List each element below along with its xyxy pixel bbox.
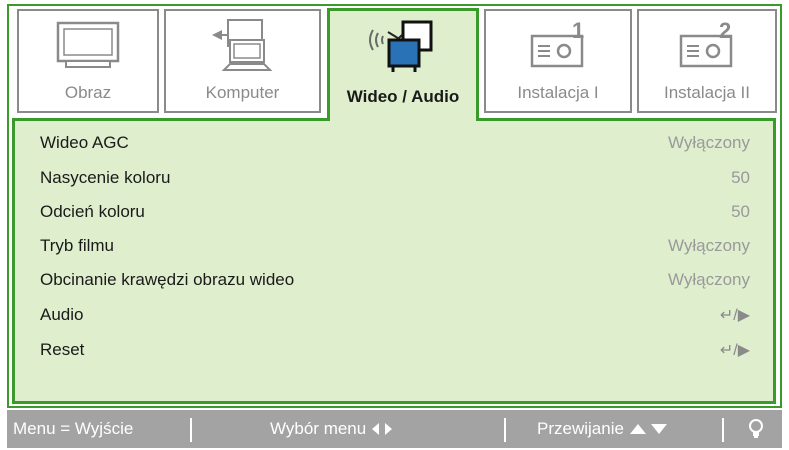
row-label: Obcinanie krawędzi obrazu wideo bbox=[40, 270, 295, 289]
row-value: 50 bbox=[731, 168, 750, 187]
svg-text:2: 2 bbox=[719, 18, 731, 43]
settings-panel: Wideo AGC Wyłączony Nasycenie koloru 50 … bbox=[12, 118, 776, 404]
menu-row-odcien-koloru[interactable]: Odcień koloru 50 bbox=[40, 195, 750, 229]
menu-row-wideo-agc[interactable]: Wideo AGC Wyłączony bbox=[40, 126, 750, 160]
osd-menu: Obraz Komputer Wideo / Audio 1 Instalacj… bbox=[0, 0, 789, 450]
projector-1-icon: 1 bbox=[486, 17, 630, 75]
status-divider bbox=[504, 418, 506, 442]
monitor-icon bbox=[19, 17, 157, 75]
tab-wideo-audio[interactable]: Wideo / Audio bbox=[327, 8, 479, 121]
enter-submenu-icon: ↵/▶ bbox=[719, 307, 750, 324]
row-value: Wyłączony bbox=[667, 270, 750, 289]
row-value: Wyłączony bbox=[667, 236, 750, 255]
row-label: Odcień koloru bbox=[40, 202, 145, 221]
row-label: Tryb filmu bbox=[40, 236, 114, 255]
select-hint-label: Wybór menu bbox=[270, 419, 367, 438]
tab-label: Komputer bbox=[205, 83, 280, 102]
lamp-icon bbox=[748, 410, 764, 448]
tab-komputer[interactable]: Komputer bbox=[164, 9, 321, 113]
tab-instalacja-2[interactable]: 2 Instalacja II bbox=[637, 9, 777, 113]
scroll-hint-label: Przewijanie bbox=[537, 419, 624, 438]
row-label: Wideo AGC bbox=[40, 133, 129, 152]
select-hint: Wybór menu bbox=[270, 410, 393, 448]
menu-row-nasycenie-koloru[interactable]: Nasycenie koloru 50 bbox=[40, 161, 750, 195]
row-value: 50 bbox=[731, 202, 750, 221]
status-divider bbox=[190, 418, 192, 442]
row-label: Nasycenie koloru bbox=[40, 168, 171, 187]
left-right-arrows-icon bbox=[371, 422, 393, 436]
row-label: Reset bbox=[40, 340, 85, 359]
tab-label: Wideo / Audio bbox=[346, 87, 460, 106]
computer-icon bbox=[166, 17, 319, 75]
menu-row-tryb-filmu[interactable]: Tryb filmu Wyłączony bbox=[40, 229, 750, 263]
row-value: Wyłączony bbox=[667, 133, 750, 152]
menu-row-reset[interactable]: Reset ↵/▶ bbox=[40, 333, 750, 367]
status-bar: Menu = Wyjście Wybór menu Przewijanie bbox=[7, 410, 782, 448]
scroll-hint: Przewijanie bbox=[537, 410, 669, 448]
enter-submenu-icon: ↵/▶ bbox=[719, 342, 750, 359]
tab-instalacja-1[interactable]: 1 Instalacja I bbox=[484, 9, 632, 113]
video-audio-icon bbox=[330, 17, 476, 75]
menu-row-audio[interactable]: Audio ↵/▶ bbox=[40, 298, 750, 332]
tab-label: Instalacja II bbox=[664, 83, 750, 102]
status-divider bbox=[722, 418, 724, 442]
svg-text:1: 1 bbox=[572, 18, 584, 43]
menu-row-obcinanie-krawedzi[interactable]: Obcinanie krawędzi obrazu wideo Wyłączon… bbox=[40, 263, 750, 297]
tab-obraz[interactable]: Obraz bbox=[17, 9, 159, 113]
up-down-arrows-icon bbox=[629, 422, 669, 436]
tab-label: Instalacja I bbox=[517, 83, 599, 102]
row-label: Audio bbox=[40, 305, 84, 324]
tab-label: Obraz bbox=[64, 83, 112, 102]
exit-hint: Menu = Wyjście bbox=[13, 419, 134, 438]
projector-2-icon: 2 bbox=[639, 17, 775, 75]
